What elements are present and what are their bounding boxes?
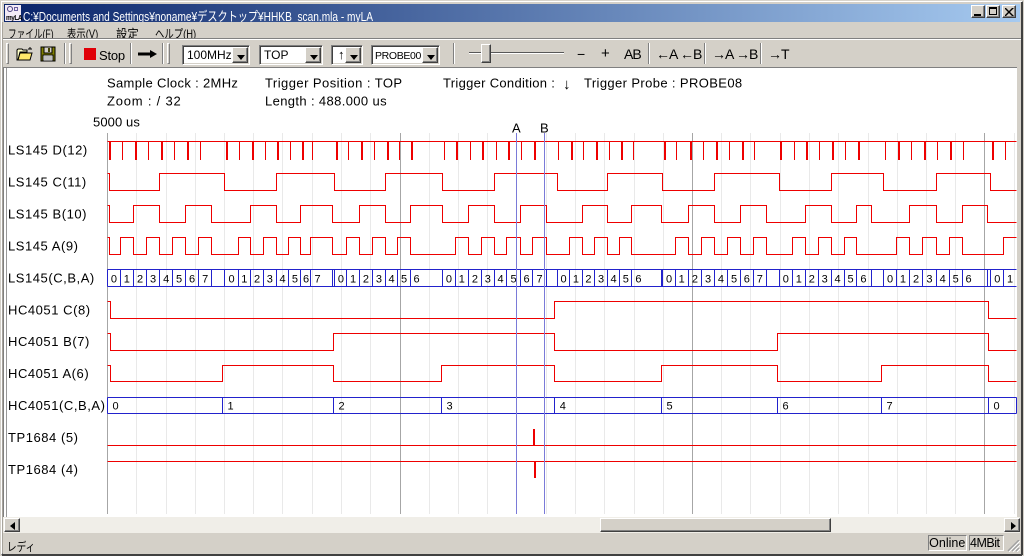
svg-text:4: 4 — [279, 274, 285, 286]
svg-text:0: 0 — [338, 274, 344, 286]
svg-text:7: 7 — [314, 274, 320, 286]
svg-text:6: 6 — [303, 274, 309, 286]
svg-text:5: 5 — [667, 401, 673, 413]
svg-text:3: 3 — [447, 401, 453, 413]
svg-text:Trigger Probe : PROBE08: Trigger Probe : PROBE08 — [584, 76, 743, 91]
svg-text:TP1684 (5): TP1684 (5) — [8, 430, 79, 445]
svg-text:0: 0 — [783, 274, 789, 286]
svg-text:4: 4 — [718, 274, 724, 286]
svg-text:1: 1 — [796, 274, 802, 286]
svg-text:6: 6 — [966, 274, 972, 286]
svg-text:Trigger Condition :: Trigger Condition : — [443, 76, 555, 91]
svg-text:4: 4 — [940, 274, 946, 286]
svg-text:A: A — [512, 121, 521, 136]
svg-text:0: 0 — [113, 401, 119, 413]
svg-text:0: 0 — [994, 401, 1000, 413]
svg-text:3: 3 — [598, 274, 604, 286]
svg-text:2: 2 — [585, 274, 591, 286]
svg-text:1: 1 — [228, 401, 234, 413]
svg-text:HC4051(C,B,A): HC4051(C,B,A) — [8, 398, 105, 413]
svg-text:1: 1 — [900, 274, 906, 286]
svg-text:B: B — [540, 121, 549, 136]
svg-text:2: 2 — [472, 274, 478, 286]
svg-text:3: 3 — [822, 274, 828, 286]
svg-text:2: 2 — [137, 274, 143, 286]
svg-text:3: 3 — [926, 274, 932, 286]
svg-text:4: 4 — [560, 401, 566, 413]
svg-text:7: 7 — [887, 401, 893, 413]
svg-text:7: 7 — [536, 274, 542, 286]
svg-text:6: 6 — [189, 274, 195, 286]
svg-text:TP1684 (4): TP1684 (4) — [8, 462, 79, 477]
svg-text:↓: ↓ — [563, 76, 571, 93]
svg-text:6: 6 — [860, 274, 866, 286]
svg-text:6: 6 — [783, 401, 789, 413]
svg-text:LS145 C(11): LS145 C(11) — [8, 175, 87, 190]
svg-text:5: 5 — [176, 274, 182, 286]
svg-text:0: 0 — [560, 274, 566, 286]
svg-text:0: 0 — [994, 274, 1000, 286]
svg-text:4: 4 — [610, 274, 616, 286]
svg-text:0: 0 — [887, 274, 893, 286]
svg-text:5: 5 — [731, 274, 737, 286]
svg-text:4: 4 — [163, 274, 169, 286]
svg-text:LS145 B(10): LS145 B(10) — [8, 207, 87, 222]
svg-text:3: 3 — [267, 274, 273, 286]
svg-text:LS145(C,B,A): LS145(C,B,A) — [8, 270, 95, 285]
svg-text:2: 2 — [809, 274, 815, 286]
svg-text:Sample Clock : 2MHz: Sample Clock : 2MHz — [107, 76, 238, 91]
svg-text:5: 5 — [953, 274, 959, 286]
svg-text:Zoom : / 32: Zoom : / 32 — [107, 94, 182, 109]
svg-text:7: 7 — [202, 274, 208, 286]
svg-text:0: 0 — [666, 274, 672, 286]
svg-text:HC4051 B(7): HC4051 B(7) — [8, 334, 90, 349]
svg-text:5: 5 — [292, 274, 298, 286]
svg-text:1: 1 — [350, 274, 356, 286]
svg-text:1: 1 — [679, 274, 685, 286]
svg-text:2: 2 — [692, 274, 698, 286]
svg-text:2: 2 — [339, 401, 345, 413]
svg-text:4: 4 — [389, 274, 395, 286]
svg-text:0: 0 — [228, 274, 234, 286]
svg-text:HC4051 C(8): HC4051 C(8) — [8, 302, 91, 317]
svg-text:1: 1 — [573, 274, 579, 286]
svg-text:0: 0 — [111, 274, 117, 286]
svg-text:3: 3 — [705, 274, 711, 286]
svg-text:1: 1 — [241, 274, 247, 286]
svg-text:7: 7 — [757, 274, 763, 286]
svg-text:Length : 488.000 us: Length : 488.000 us — [265, 94, 387, 109]
svg-text:2: 2 — [913, 274, 919, 286]
svg-text:5: 5 — [847, 274, 853, 286]
svg-text:6: 6 — [414, 274, 420, 286]
svg-text:3: 3 — [376, 274, 382, 286]
svg-text:5000 us: 5000 us — [93, 115, 140, 130]
svg-text:Trigger Position : TOP: Trigger Position : TOP — [265, 76, 403, 91]
svg-text:6: 6 — [744, 274, 750, 286]
svg-text:HC4051 A(6): HC4051 A(6) — [8, 366, 89, 381]
svg-text:5: 5 — [401, 274, 407, 286]
svg-text:6: 6 — [523, 274, 529, 286]
svg-text:LS145 D(12): LS145 D(12) — [8, 143, 88, 158]
svg-text:4: 4 — [834, 274, 840, 286]
svg-text:5: 5 — [623, 274, 629, 286]
svg-text:2: 2 — [254, 274, 260, 286]
svg-text:2: 2 — [363, 274, 369, 286]
svg-text:1: 1 — [459, 274, 465, 286]
svg-text:1: 1 — [1007, 274, 1013, 286]
svg-text:6: 6 — [635, 274, 641, 286]
svg-text:0: 0 — [446, 274, 452, 286]
svg-text:4: 4 — [498, 274, 504, 286]
svg-text:3: 3 — [150, 274, 156, 286]
svg-text:5: 5 — [510, 274, 516, 286]
svg-text:LS145 A(9): LS145 A(9) — [8, 238, 79, 253]
svg-text:3: 3 — [485, 274, 491, 286]
svg-text:1: 1 — [124, 274, 130, 286]
